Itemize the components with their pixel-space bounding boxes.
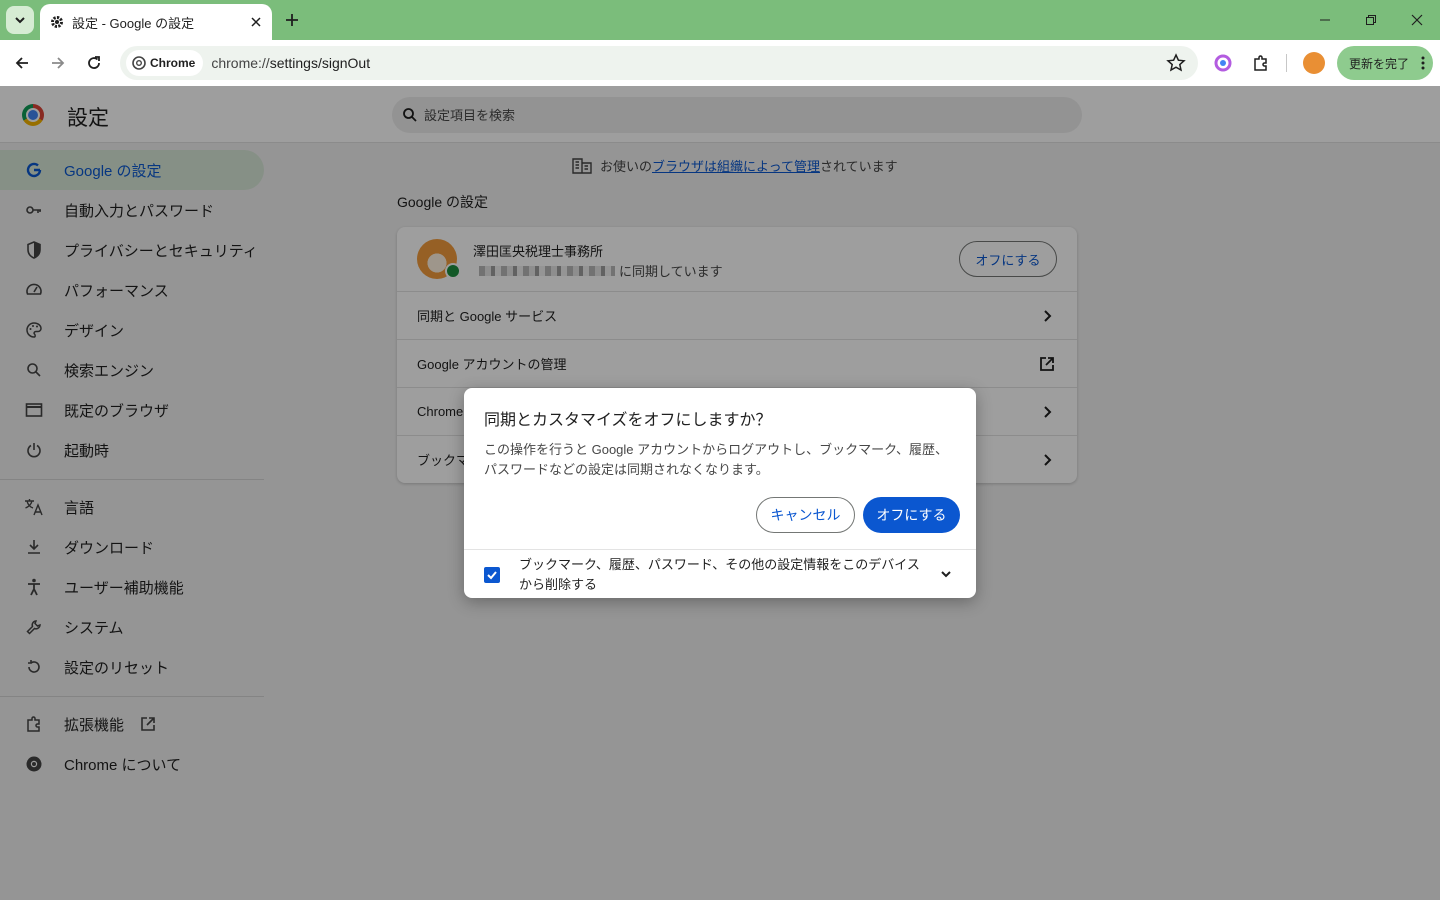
close-icon (1411, 14, 1423, 26)
arrow-right-icon (52, 57, 65, 69)
active-tab[interactable]: 設定 - Google の設定 (40, 4, 272, 40)
url-text: chrome://settings/signOut (211, 55, 370, 71)
color-ring-icon (1214, 54, 1232, 72)
color-picker-extension[interactable] (1211, 51, 1235, 75)
arrow-left-icon (15, 57, 28, 69)
checkbox-label: ブックマーク、履歴、パスワード、その他の設定情報をこのデバイスから削除する (519, 557, 920, 592)
cancel-button[interactable]: キャンセル (756, 497, 855, 533)
close-window-button[interactable] (1394, 0, 1440, 40)
minimize-icon (1320, 19, 1330, 21)
url-prefix: chrome:// (211, 55, 270, 71)
chip-label: Chrome (150, 56, 196, 70)
tab-title: 設定 - Google の設定 (72, 15, 195, 31)
chevron-down-icon (941, 571, 951, 578)
bookmark-star-icon[interactable] (1166, 53, 1186, 73)
more-vertical-icon (1421, 56, 1425, 70)
dialog-title: 同期とカスタマイズをオフにしますか？ (484, 412, 772, 429)
forward-button[interactable] (44, 49, 72, 77)
toolbar-divider (1286, 54, 1287, 72)
chevron-down-icon (15, 17, 25, 24)
delete-data-checkbox[interactable] (484, 567, 500, 583)
minimize-button[interactable] (1302, 0, 1348, 40)
chrome-icon (132, 56, 146, 70)
profile-avatar[interactable] (1303, 52, 1325, 74)
restore-icon (1366, 15, 1376, 25)
site-info-chip[interactable]: Chrome (126, 50, 204, 76)
dialog-footer: ブックマーク、履歴、パスワード、その他の設定情報をこのデバイスから削除する (464, 549, 976, 598)
url-path: settings/signOut (269, 55, 371, 71)
puzzle-icon (1254, 55, 1267, 71)
title-bar: 設定 - Google の設定 (0, 0, 1440, 40)
expand-button[interactable] (936, 564, 956, 584)
plus-icon (286, 14, 298, 26)
reload-button[interactable] (80, 49, 108, 77)
checkmark-icon (487, 571, 497, 580)
sign-out-dialog: 同期とカスタマイズをオフにしますか？ この操作を行うと Google アカウント… (464, 388, 976, 598)
tab-search-button[interactable] (6, 6, 34, 34)
update-button[interactable]: 更新を完了 (1337, 46, 1433, 80)
dialog-body: この操作を行うと Google アカウントからログアウトし、ブックマーク、履歴、… (484, 442, 948, 477)
confirm-turn-off-button[interactable]: オフにする (863, 497, 960, 533)
address-bar[interactable]: Chrome chrome://settings/signOut (120, 46, 1198, 80)
toolbar: Chrome chrome://settings/signOut 更新を完了 (0, 40, 1440, 86)
new-tab-button[interactable] (280, 8, 304, 32)
reload-icon (88, 56, 100, 69)
restore-button[interactable] (1348, 0, 1394, 40)
close-tab-button[interactable] (246, 12, 266, 32)
close-icon (251, 17, 261, 27)
update-label: 更新を完了 (1349, 56, 1410, 71)
back-button[interactable] (8, 49, 36, 77)
gear-icon (51, 16, 63, 28)
extensions-button[interactable] (1249, 51, 1273, 75)
